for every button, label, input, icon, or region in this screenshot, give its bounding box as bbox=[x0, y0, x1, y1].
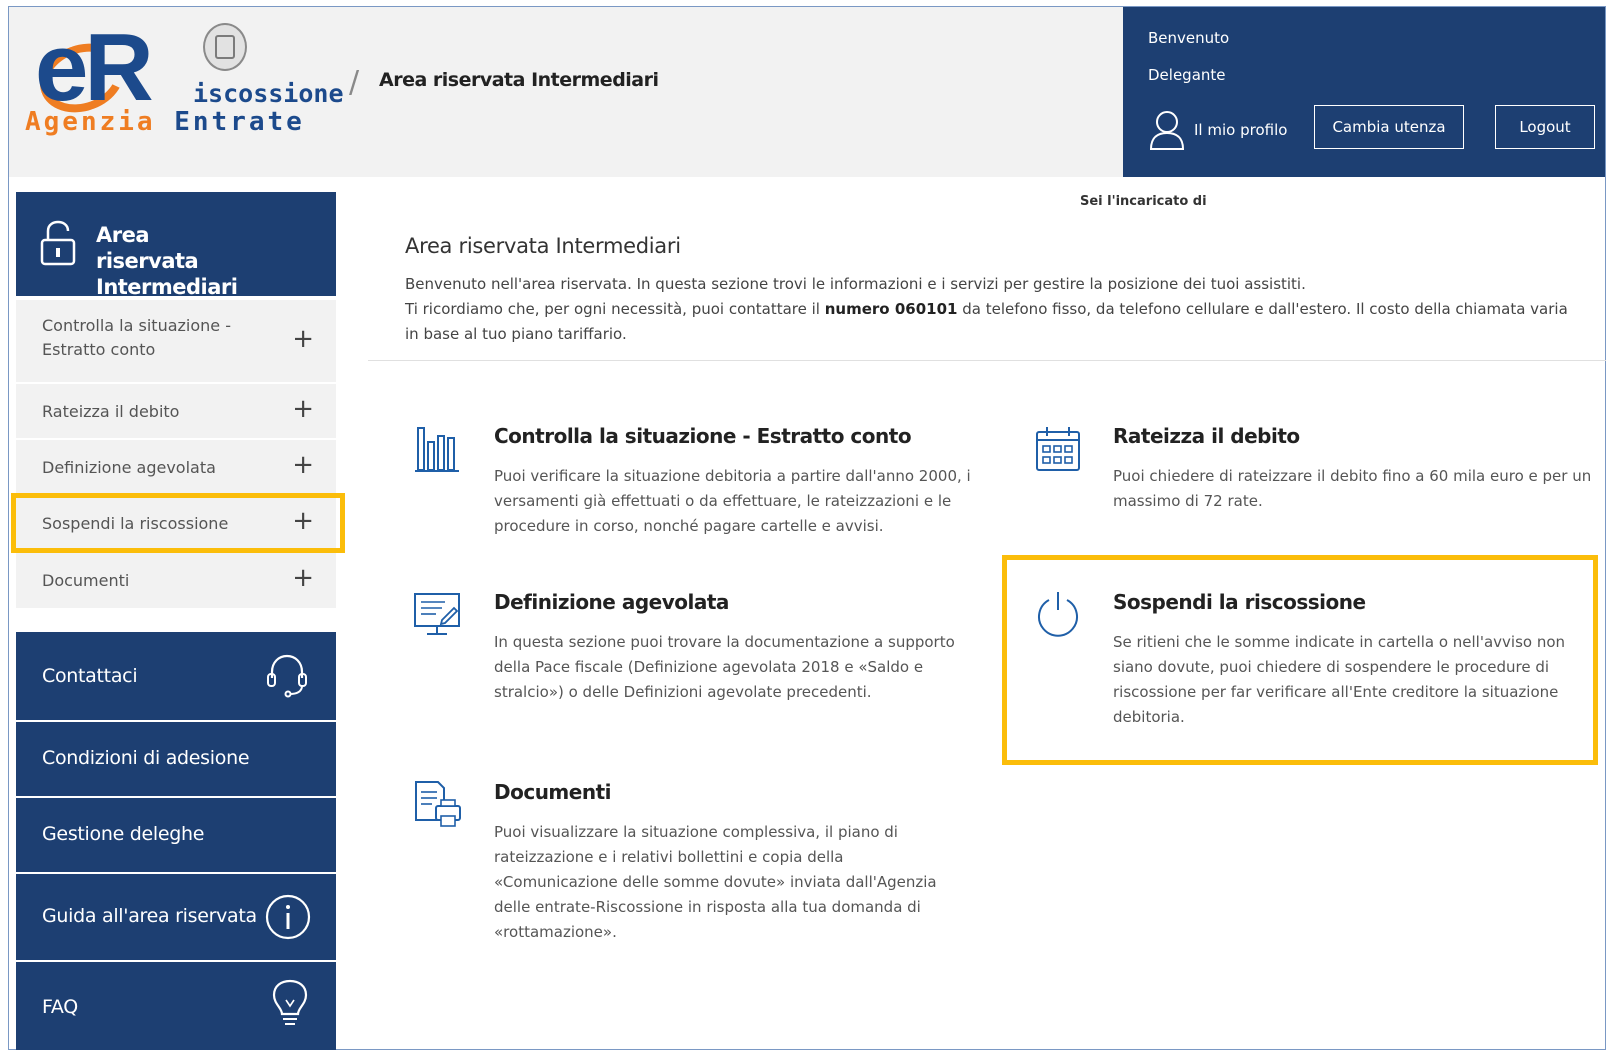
card-title[interactable]: Controlla la situazione - Estratto conto bbox=[494, 424, 912, 448]
sidebar-link-faq[interactable]: FAQ bbox=[16, 962, 336, 1050]
content-divider bbox=[368, 360, 1606, 361]
headset-icon bbox=[267, 654, 307, 698]
card-definizione-agevolata: Definizione agevolata In questa sezione … bbox=[412, 590, 992, 701]
info-icon bbox=[265, 894, 311, 940]
my-profile-label: Il mio profilo bbox=[1194, 121, 1288, 139]
plus-icon[interactable]: + bbox=[292, 394, 314, 424]
sidebar-item-definizione[interactable]: Definizione agevolata + bbox=[16, 440, 336, 497]
page-title: Area riservata Intermediari bbox=[405, 234, 681, 258]
sidebar-link-label: Contattaci bbox=[42, 665, 138, 687]
sidebar-title: Area riservata Intermediari bbox=[96, 223, 238, 299]
logo-text-riscossione: iscossione bbox=[193, 79, 344, 108]
plus-icon[interactable]: + bbox=[292, 324, 314, 354]
card-title[interactable]: Rateizza il debito bbox=[1113, 424, 1300, 448]
sidebar-item-documenti[interactable]: Documenti + bbox=[16, 553, 336, 610]
logo-text-entrate: Entrate bbox=[174, 107, 305, 137]
republic-seal-inner bbox=[215, 35, 235, 59]
logout-button[interactable]: Logout bbox=[1495, 105, 1595, 149]
user-panel: Benvenuto Delegante Il mio profilo Cambi… bbox=[1123, 7, 1605, 177]
calendar-icon bbox=[1036, 427, 1080, 471]
document-print-icon bbox=[415, 781, 461, 827]
intro-line-2: Ti ricordiamo che, per ogni necessità, p… bbox=[405, 297, 1575, 347]
change-user-button[interactable]: Cambia utenza bbox=[1314, 105, 1464, 149]
phone-number: numero 060101 bbox=[824, 300, 958, 318]
user-role: Delegante bbox=[1148, 66, 1226, 84]
welcome-text: Benvenuto bbox=[1148, 29, 1230, 47]
sidebar-link-label: FAQ bbox=[42, 996, 78, 1018]
my-profile-link[interactable]: Il mio profilo bbox=[1148, 107, 1287, 153]
plus-icon[interactable]: + bbox=[292, 563, 314, 593]
card-text: In questa sezione puoi trovare la docume… bbox=[494, 633, 955, 701]
sidebar-link-label: Guida all'area riservata bbox=[42, 905, 257, 927]
sidebar-link-label: Gestione deleghe bbox=[42, 823, 205, 845]
incaricato-label: Sei l'incaricato di bbox=[1080, 194, 1207, 209]
highlight-frame-sidebar bbox=[11, 493, 345, 553]
breadcrumb[interactable]: Area riservata Intermediari bbox=[379, 69, 659, 91]
lightbulb-icon bbox=[272, 979, 308, 1025]
sidebar-item-label: Rateizza il debito bbox=[42, 402, 180, 421]
monitor-edit-icon bbox=[414, 593, 460, 635]
logo-text-agenzia: Agenzia bbox=[25, 107, 156, 137]
card-title[interactable]: Documenti bbox=[494, 780, 612, 804]
card-text: Puoi chiedere di rateizzare il debito fi… bbox=[1113, 467, 1592, 510]
card-text: Puoi visualizzare la situazione compless… bbox=[494, 823, 937, 941]
sidebar-link-label: Condizioni di adesione bbox=[42, 747, 250, 769]
plus-icon[interactable]: + bbox=[292, 450, 314, 480]
intro-text: Benvenuto nell'area riservata. In questa… bbox=[405, 272, 1575, 347]
intro-line-2-pre: Ti ricordiamo che, per ogni necessità, p… bbox=[405, 300, 825, 318]
card-rateizza: Rateizza il debito Puoi chiedere di rate… bbox=[1033, 424, 1593, 514]
sidebar-link-gestione-deleghe[interactable]: Gestione deleghe bbox=[16, 798, 336, 872]
intro-line-1: Benvenuto nell'area riservata. In questa… bbox=[405, 275, 1306, 293]
sidebar-item-controlla-situazione[interactable]: Controlla la situazione - Estratto conto… bbox=[16, 300, 336, 384]
sidebar-item-rateizza[interactable]: Rateizza il debito + bbox=[16, 384, 336, 440]
sidebar-link-guida[interactable]: Guida all'area riservata bbox=[16, 874, 336, 960]
user-icon bbox=[1149, 111, 1185, 150]
sidebar-item-label: Definizione agevolata bbox=[42, 458, 216, 477]
sidebar-item-label: Documenti bbox=[42, 571, 130, 590]
card-text: Puoi verificare la situazione debitoria … bbox=[494, 467, 971, 535]
card-title[interactable]: Definizione agevolata bbox=[494, 590, 729, 614]
card-documenti: Documenti Puoi visualizzare la situazion… bbox=[412, 780, 992, 950]
sidebar-menu: Controlla la situazione - Estratto conto… bbox=[16, 300, 336, 610]
agenzia-entrate-riscossione-logo[interactable]: eR iscossione Agenzia Entrate bbox=[25, 14, 345, 137]
breadcrumb-separator: / bbox=[349, 65, 360, 100]
card-controlla-situazione: Controlla la situazione - Estratto conto… bbox=[412, 424, 992, 535]
bar-chart-icon bbox=[415, 427, 459, 472]
sidebar-link-condizioni[interactable]: Condizioni di adesione bbox=[16, 722, 336, 796]
highlight-frame-card bbox=[1002, 555, 1598, 765]
unlock-icon bbox=[40, 220, 76, 266]
logo-text-agenzia-entrate: Agenzia Entrate bbox=[25, 107, 305, 137]
sidebar-link-contattaci[interactable]: Contattaci bbox=[16, 632, 336, 720]
sidebar-item-label: Controlla la situazione - Estratto conto bbox=[42, 316, 231, 359]
sidebar-header: Area riservata Intermediari bbox=[16, 192, 336, 299]
